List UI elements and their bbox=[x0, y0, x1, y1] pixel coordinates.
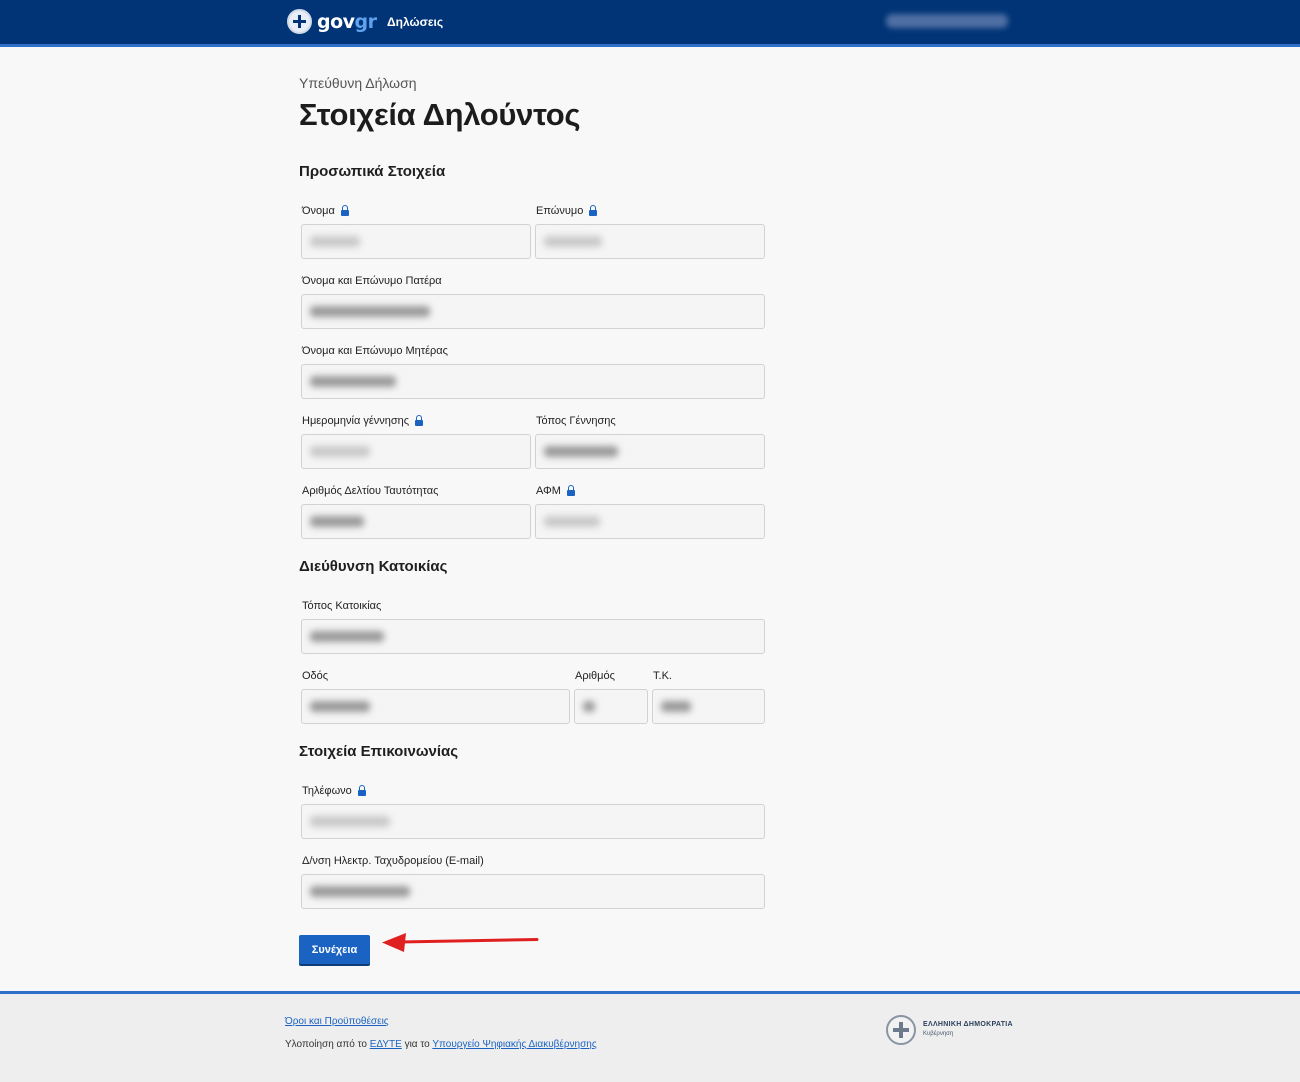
birth-place-label: Τόπος Γέννησης bbox=[536, 415, 616, 427]
section-title-personal: Προσωπικά Στοιχεία bbox=[299, 163, 446, 180]
section-title-contact: Στοιχεία Επικοινωνίας bbox=[299, 743, 459, 760]
mother-name-field[interactable] bbox=[301, 364, 765, 399]
id-number-label: Αριθμός Δελτίου Ταυτότητας bbox=[302, 485, 439, 497]
id-number-field[interactable] bbox=[301, 504, 531, 539]
afm-label: ΑΦΜ bbox=[536, 485, 575, 497]
street-field[interactable] bbox=[301, 689, 570, 724]
continue-button[interactable]: Συνέχεια bbox=[299, 935, 370, 964]
section-title-address: Διεύθυνση Κατοικίας bbox=[299, 558, 448, 575]
afm-field[interactable] bbox=[535, 504, 765, 539]
father-name-field[interactable] bbox=[301, 294, 765, 329]
page-title: Στοιχεία Δηλούντος bbox=[299, 97, 581, 132]
logo-text: govgr bbox=[317, 10, 377, 33]
birth-date-field[interactable] bbox=[301, 434, 531, 469]
father-name-label: Όνομα και Επώνυμο Πατέρα bbox=[302, 275, 442, 287]
first-name-label: Όνομα bbox=[302, 205, 349, 217]
gov-sub: Κυβέρνηση bbox=[923, 1031, 954, 1037]
birth-place-field[interactable] bbox=[535, 434, 765, 469]
street-number-field[interactable] bbox=[574, 689, 648, 724]
street-number-label: Αριθμός bbox=[575, 670, 615, 682]
greek-emblem-icon bbox=[287, 9, 312, 34]
lock-icon bbox=[566, 485, 575, 496]
first-name-field[interactable] bbox=[301, 224, 531, 259]
user-name-blurred[interactable] bbox=[886, 14, 1008, 28]
lock-icon bbox=[415, 415, 424, 426]
annotation-arrow-icon bbox=[382, 933, 539, 952]
gov-name: ΕΛΛΗΝΙΚΗ ΔΗΜΟΚΡΑΤΙΑ bbox=[923, 1021, 1013, 1028]
lock-icon bbox=[340, 205, 349, 216]
hellenic-republic-emblem-icon bbox=[886, 1015, 916, 1045]
footer: Όροι και Προϋποθέσεις Υλοποίηση από το Ε… bbox=[0, 991, 1300, 1082]
top-header: govgr Δηλώσεις bbox=[0, 0, 1300, 47]
email-field[interactable] bbox=[301, 874, 765, 909]
last-name-label: Επώνυμο bbox=[536, 205, 598, 217]
nav-declarations-link[interactable]: Δηλώσεις bbox=[387, 15, 443, 29]
postal-code-label: Τ.Κ. bbox=[653, 670, 672, 682]
birth-date-label: Ημερομηνία γέννησης bbox=[302, 415, 424, 427]
phone-field[interactable] bbox=[301, 804, 765, 839]
terms-link[interactable]: Όροι και Προϋποθέσεις bbox=[285, 1016, 389, 1027]
lock-icon bbox=[589, 205, 598, 216]
last-name-field[interactable] bbox=[535, 224, 765, 259]
lock-icon bbox=[357, 785, 366, 796]
street-label: Οδός bbox=[302, 670, 329, 682]
residence-place-label: Τόπος Κατοικίας bbox=[302, 600, 382, 612]
ministry-link[interactable]: Υπουργείο Ψηφιακής Διακυβέρνησης bbox=[432, 1039, 596, 1050]
mother-name-label: Όνομα και Επώνυμο Μητέρας bbox=[302, 345, 448, 357]
edyte-link[interactable]: ΕΔΥΤΕ bbox=[370, 1039, 402, 1050]
phone-label: Τηλέφωνο bbox=[302, 785, 366, 797]
govgr-logo[interactable]: govgr bbox=[287, 9, 377, 34]
postal-code-field[interactable] bbox=[652, 689, 765, 724]
email-label: Δ/νση Ηλεκτρ. Ταχυδρομείου (E-mail) bbox=[302, 855, 484, 867]
page-subtitle: Υπεύθυνη Δήλωση bbox=[299, 75, 417, 91]
footer-implementation-text: Υλοποίηση από το ΕΔΥΤΕ για το Υπουργείο … bbox=[285, 1039, 597, 1050]
residence-place-field[interactable] bbox=[301, 619, 765, 654]
